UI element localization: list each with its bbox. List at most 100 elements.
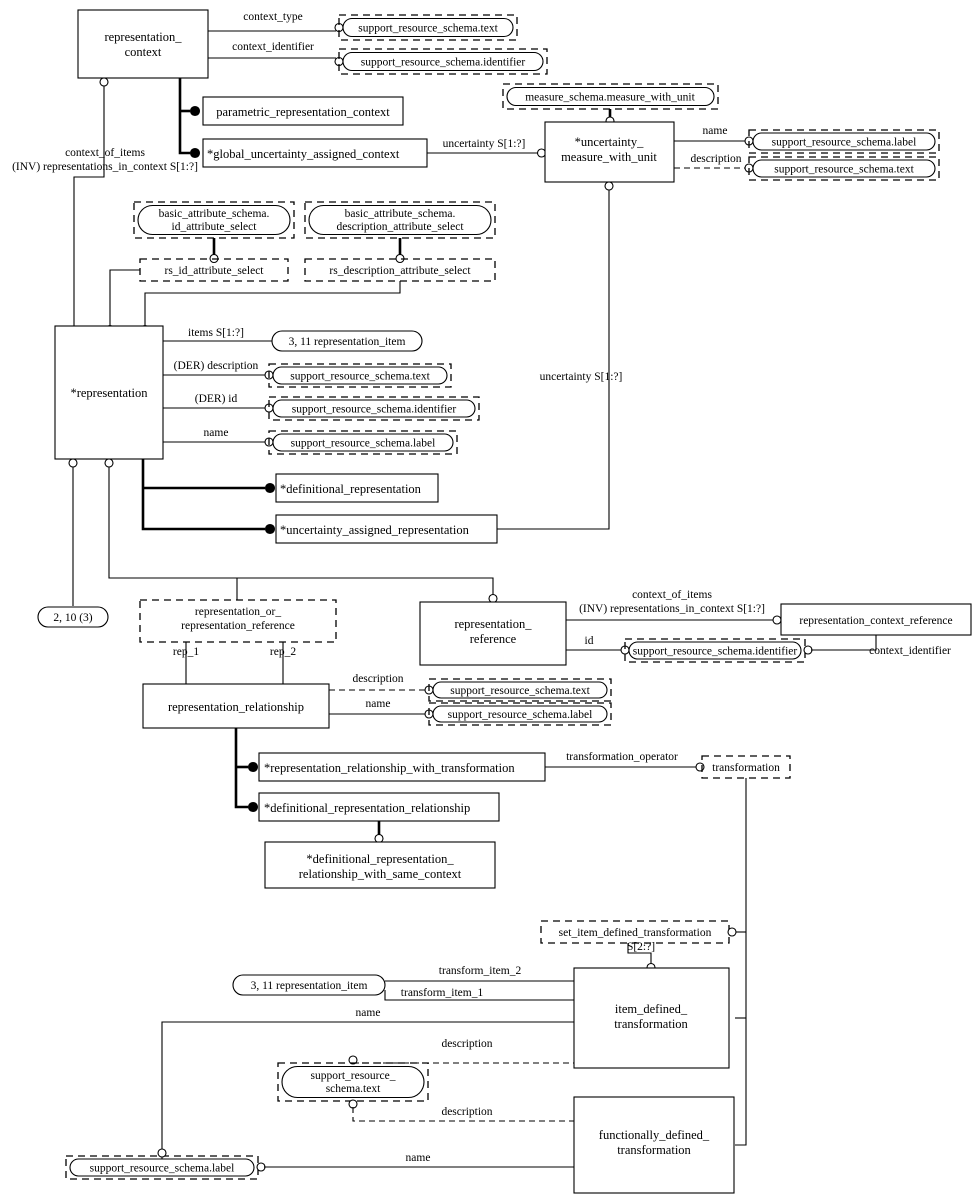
entity-uncertainty-assigned-representation-label: *uncertainty_assigned_representation <box>280 523 470 537</box>
entity-fdt-label-2: transformation <box>617 1143 691 1157</box>
edge-context-of-items-ref-endpoint <box>772 615 782 625</box>
label-items: items S[1:?] <box>188 327 244 339</box>
edge-uncertainty-mid-endpoint <box>604 181 614 191</box>
ext-ref-srs-label-umwu-label: support_resource_schema.label <box>772 137 917 149</box>
entity-representation-relationship-label: representation_relationship <box>168 700 304 714</box>
ext-ref-srs-identifier-1-label: support_resource_schema.identifier <box>361 57 526 69</box>
entity-representation-context-label-2: context <box>125 45 162 59</box>
subtype-dot-rrwt <box>247 761 259 773</box>
edge-name-idt-endpoint <box>157 1148 167 1158</box>
entity-representation-label: *representation <box>70 386 148 400</box>
subtype-tree-representation <box>141 459 265 531</box>
type-ror-label-2: representation_reference <box>181 620 295 632</box>
label-inv-representations-in-context: (INV) representations_in_context S[1:?] <box>12 161 198 173</box>
entity-parametric-representation-context-label: parametric_representation_context <box>216 105 390 119</box>
entity-rrwt-label: *representation_relationship_with_transf… <box>264 761 515 775</box>
ext-ref-srs-identifier-rep-label: support_resource_schema.identifier <box>292 404 457 416</box>
entity-representation-context-label-1: representation_ <box>104 30 182 44</box>
label-name-idt: name <box>356 1007 381 1019</box>
edge-rs-id-to-representation <box>109 269 140 326</box>
ext-ref-bas-id-attribute-select-label-1: basic_attribute_schema. <box>159 208 270 220</box>
entity-idt-label-1: item_defined_ <box>615 1002 688 1016</box>
type-transformation-label: transformation <box>712 762 780 774</box>
label-der-id: (DER) id <box>195 393 238 405</box>
ext-ref-srs-label-rel-label: support_resource_schema.label <box>448 709 593 721</box>
label-description-fdt: description <box>441 1106 492 1118</box>
label-transformation-operator: transformation_operator <box>566 751 678 763</box>
entity-representation-context[interactable] <box>77 9 209 79</box>
type-set-idt-endpoint <box>727 927 737 937</box>
subtype-dot-uncertainty-assigned-representation <box>264 523 276 535</box>
label-uncertainty-mid: uncertainty S[1:?] <box>540 371 623 383</box>
label-name-umwu: name <box>703 125 728 137</box>
label-context-type: context_type <box>243 11 302 23</box>
edge-description-fdt-endpoint <box>348 1099 358 1109</box>
ext-ref-srs-text-idt-label-1: support_resource_ <box>311 1070 396 1082</box>
edge-repref-to-ror <box>237 577 494 602</box>
entity-representation-context-reference-label: representation_context_reference <box>799 615 952 627</box>
ext-ref-srs-text-rel-label: support_resource_schema.text <box>450 685 590 697</box>
ext-ref-srs-text-1-label: support_resource_schema.text <box>358 23 498 35</box>
label-context-identifier-ref: context_identifier <box>869 645 951 657</box>
entity-global-uncertainty-assigned-context-label: *global_uncertainty_assigned_context <box>207 147 400 161</box>
ext-ref-srs-identifier-ref-label: support_resource_schema.identifier <box>633 646 798 658</box>
edge-transformation-operator-endpoint <box>695 762 705 772</box>
entity-drrwsc-label-1: *definitional_representation_ <box>306 852 454 866</box>
ext-ref-srs-text-umwu-label: support_resource_schema.text <box>774 164 914 176</box>
edge-uncertainty-mid <box>497 190 610 530</box>
edge-name-fdt-endpoint <box>256 1162 266 1172</box>
type-rs-description-attribute-select-label: rs_description_attribute_select <box>329 265 471 277</box>
ext-ref-measure-schema-label: measure_schema.measure_with_unit <box>525 92 695 104</box>
page-ref-representation-item-2-label: 3, 11 representation_item <box>251 980 368 992</box>
label-uncertainty-top: uncertainty S[1:?] <box>443 138 526 150</box>
label-context-of-items-ref: context_of_items <box>632 589 712 601</box>
edge-repref-to-ror-endpoint <box>488 593 498 604</box>
label-der-description: (DER) description <box>174 360 259 372</box>
edge-context-identifier-ref-endpoint <box>803 645 813 655</box>
ext-ref-bas-description-attribute-select-label-1: basic_attribute_schema. <box>345 208 456 220</box>
entity-fdt-label-1: functionally_defined_ <box>599 1128 710 1142</box>
ext-ref-bas-id-attribute-select-label-2: id_attribute_select <box>172 221 258 233</box>
label-context-identifier: context_identifier <box>232 41 314 53</box>
edge-rs-desc-to-representation <box>144 281 401 326</box>
entity-representation-reference-label-1: representation_ <box>454 617 532 631</box>
entity-representation-reference-label-2: reference <box>470 632 517 646</box>
edge-uncertainty-top-endpoint <box>536 148 547 158</box>
ext-ref-srs-label-bottom-label: support_resource_schema.label <box>90 1163 235 1175</box>
label-description-umwu: description <box>690 153 741 165</box>
page-ref-2-10-3-label: 2, 10 (3) <box>53 612 92 624</box>
label-set-idt-cardinality: S[2:?] <box>627 941 655 953</box>
diagram-svg: representation_ context context_type sup… <box>12 9 972 1194</box>
entity-umwu-label-2: measure_with_unit <box>561 150 657 164</box>
subtype-dot-parametric <box>189 105 201 117</box>
page-ref-line-endpoint <box>68 458 78 468</box>
label-description-rel: description <box>352 673 403 685</box>
edge-context-of-items <box>73 86 105 330</box>
edge-context-identifier-ref <box>811 635 877 651</box>
ext-ref-srs-text-idt-label-2: schema.text <box>326 1083 381 1095</box>
label-name-rep: name <box>204 427 229 439</box>
edge-context-of-items-endpoint <box>99 77 109 87</box>
entity-definitional-representation-label: *definitional_representation <box>280 482 422 496</box>
entity-drr-label: *definitional_representation_relationshi… <box>264 801 470 815</box>
label-name-rel: name <box>366 698 391 710</box>
subtype-dot-drr <box>247 801 259 813</box>
ext-ref-srs-text-rep-label: support_resource_schema.text <box>290 371 430 383</box>
subtype-dot-definitional-representation <box>264 482 276 494</box>
label-rep-1: rep_1 <box>173 646 199 658</box>
label-context-of-items: context_of_items <box>65 147 145 159</box>
express-g-diagram-canvas: representation_ context context_type sup… <box>0 0 980 1199</box>
ext-ref-srs-label-rep-label: support_resource_schema.label <box>291 438 436 450</box>
entity-umwu-label-1: *uncertainty_ <box>575 135 644 149</box>
label-description-idt: description <box>441 1038 492 1050</box>
type-ror-label-1: representation_or_ <box>195 606 281 618</box>
label-transform-item-2: transform_item_2 <box>439 965 522 977</box>
label-transform-item-1: transform_item_1 <box>401 987 484 999</box>
page-ref-representation-item-1-label: 3, 11 representation_item <box>289 336 406 348</box>
label-rep-2: rep_2 <box>270 646 296 658</box>
entity-drrwsc-label-2: relationship_with_same_context <box>299 867 462 881</box>
subtype-tree-rep-context <box>178 78 190 155</box>
type-rs-id-attribute-select-label: rs_id_attribute_select <box>165 265 265 277</box>
edge-drr-to-drrwsc-endpoint <box>374 833 384 844</box>
label-id-ref: id <box>585 635 594 647</box>
